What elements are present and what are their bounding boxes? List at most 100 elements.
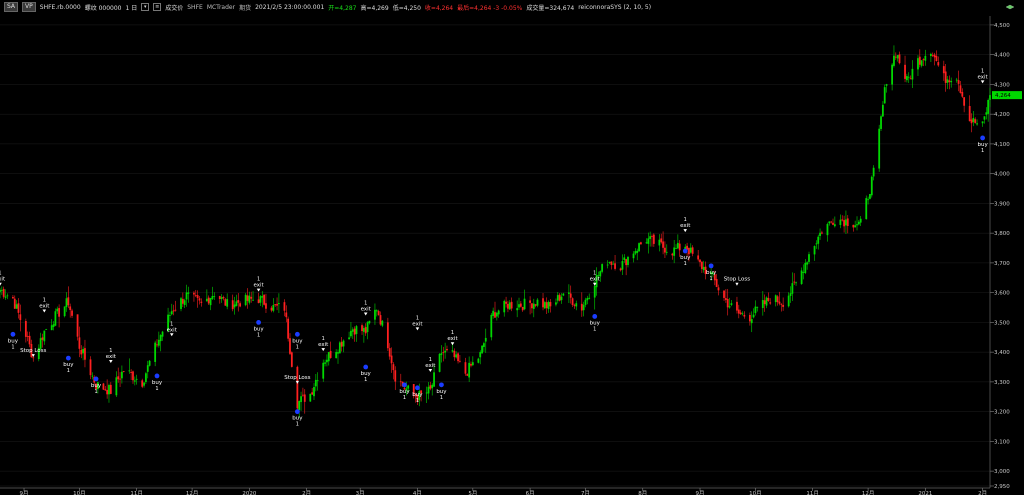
candle	[918, 49, 921, 68]
candle	[300, 391, 302, 411]
time-tick-label: 5月	[468, 490, 477, 495]
candle	[896, 54, 899, 62]
candle	[285, 305, 288, 323]
candle-body	[156, 344, 158, 346]
candle-body	[717, 287, 720, 291]
candle-body	[43, 330, 46, 342]
candle-body	[846, 218, 849, 227]
candle-body	[353, 328, 356, 335]
buy-qty: 1	[416, 398, 419, 404]
candle	[763, 294, 766, 312]
signal-exit: 1exit	[318, 336, 329, 352]
candle-body	[532, 303, 535, 309]
candle-body	[453, 350, 456, 358]
candle-body	[549, 302, 552, 307]
candle	[0, 287, 1, 299]
candle	[350, 322, 352, 338]
candle-body	[342, 340, 345, 347]
candle	[664, 241, 666, 258]
candle-body	[736, 301, 738, 311]
time-tick-label: 3月	[356, 490, 365, 495]
candle	[13, 295, 16, 309]
candle	[335, 349, 338, 359]
candle	[446, 345, 448, 352]
candle	[841, 215, 844, 222]
candle	[660, 233, 663, 244]
candle	[143, 382, 145, 388]
candle-body	[185, 292, 188, 300]
candle-body	[852, 224, 855, 228]
candle-body	[322, 362, 325, 379]
candle	[329, 341, 332, 359]
candle	[425, 386, 428, 403]
candle	[362, 325, 365, 343]
candle	[196, 290, 199, 308]
candlestick-chart[interactable]: 4,500 4,400 4,300 4,200 4,100 4,000 3,900 3,800…	[0, 0, 1024, 495]
candle-body	[122, 371, 125, 372]
candle	[444, 342, 447, 359]
time-tick-label: 10月	[73, 490, 86, 495]
candle	[180, 297, 182, 312]
candle	[43, 330, 46, 345]
candle-body	[483, 343, 485, 347]
candle	[673, 239, 676, 264]
candle-body	[658, 239, 661, 246]
candle-body	[806, 262, 809, 265]
candle	[817, 234, 820, 250]
candle-body	[265, 303, 267, 309]
candle-body	[231, 300, 234, 310]
candle-body	[911, 68, 914, 80]
candle	[560, 293, 563, 304]
candle	[832, 218, 834, 226]
candle	[856, 216, 858, 231]
exit-label: exit	[977, 74, 988, 80]
candle	[50, 319, 53, 331]
candle-body	[832, 222, 834, 225]
candle	[326, 354, 328, 367]
candle	[536, 298, 539, 308]
candle-body	[752, 314, 755, 318]
buy-qty: 1	[593, 326, 596, 332]
candle-body	[730, 303, 733, 305]
candle	[274, 304, 277, 307]
candle-body	[881, 104, 884, 117]
candle-body	[608, 261, 611, 263]
signal-buy: buy1	[361, 364, 372, 383]
candle-body	[909, 78, 912, 80]
candle-body	[50, 325, 53, 331]
candle	[265, 293, 267, 314]
time-tick-label: 9月	[696, 490, 705, 495]
candle-body	[728, 306, 731, 308]
candle	[968, 95, 971, 122]
candle-body	[614, 263, 616, 269]
candle-body	[556, 295, 559, 301]
candle	[531, 303, 533, 314]
price-tick-label: 3,500	[994, 320, 1010, 326]
candle	[898, 51, 901, 65]
candle	[117, 367, 120, 383]
candle	[390, 347, 393, 373]
candle	[640, 241, 642, 245]
candle-body	[968, 105, 971, 122]
candle-body	[351, 329, 354, 332]
buy-qty: 1	[155, 386, 158, 392]
candle	[263, 294, 266, 306]
candle-body	[172, 310, 175, 312]
candle-body	[0, 290, 3, 292]
candle-body	[442, 352, 445, 354]
candle	[32, 356, 35, 362]
candle-body	[444, 350, 447, 353]
candle-body	[944, 71, 947, 83]
candle-body	[974, 119, 977, 124]
candle-body	[787, 295, 790, 307]
candle	[133, 376, 136, 386]
candle	[63, 306, 66, 318]
candle	[872, 165, 875, 181]
candle-body	[536, 299, 539, 306]
candle-body	[348, 337, 350, 340]
candle	[200, 298, 203, 307]
candle-body	[497, 310, 500, 315]
candle	[342, 339, 345, 353]
signal-exit: 1exit	[361, 300, 372, 316]
candle	[494, 301, 496, 318]
